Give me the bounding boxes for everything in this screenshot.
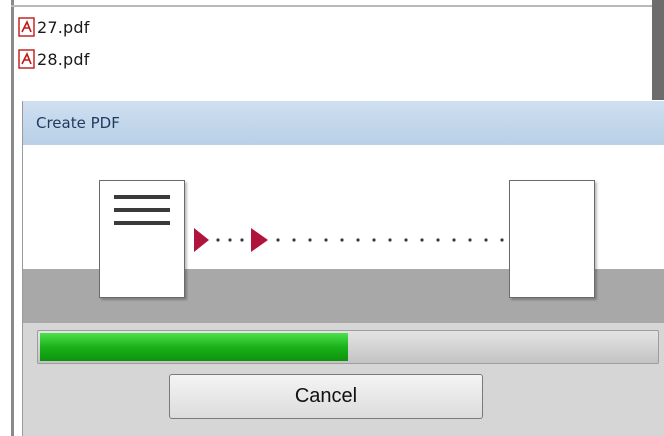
text-line	[114, 221, 170, 225]
file-item[interactable]: 28.pdf	[18, 48, 90, 70]
window-top-border	[11, 5, 654, 7]
file-item[interactable]: 27.pdf	[18, 16, 90, 38]
window-border	[11, 0, 14, 436]
text-line	[114, 208, 170, 212]
pdf-file-icon	[18, 17, 35, 37]
target-pdf-document-icon	[509, 180, 595, 298]
file-name: 27.pdf	[37, 17, 90, 37]
arrow-head-icon	[251, 228, 268, 252]
create-pdf-dialog: Create PDF Cancel	[22, 101, 664, 436]
pdf-file-icon	[18, 49, 35, 69]
progress-fill	[40, 333, 348, 361]
arrow-head-icon	[194, 228, 209, 252]
progress-bar	[37, 330, 659, 364]
text-line	[114, 195, 170, 199]
scrollbar[interactable]	[652, 0, 664, 100]
transfer-arrow-icon	[194, 228, 504, 252]
source-document-icon	[99, 180, 185, 298]
dialog-title-bar: Create PDF	[23, 101, 664, 145]
dialog-title: Create PDF	[36, 114, 120, 132]
file-name: 28.pdf	[37, 49, 90, 69]
cancel-button[interactable]: Cancel	[169, 374, 483, 419]
